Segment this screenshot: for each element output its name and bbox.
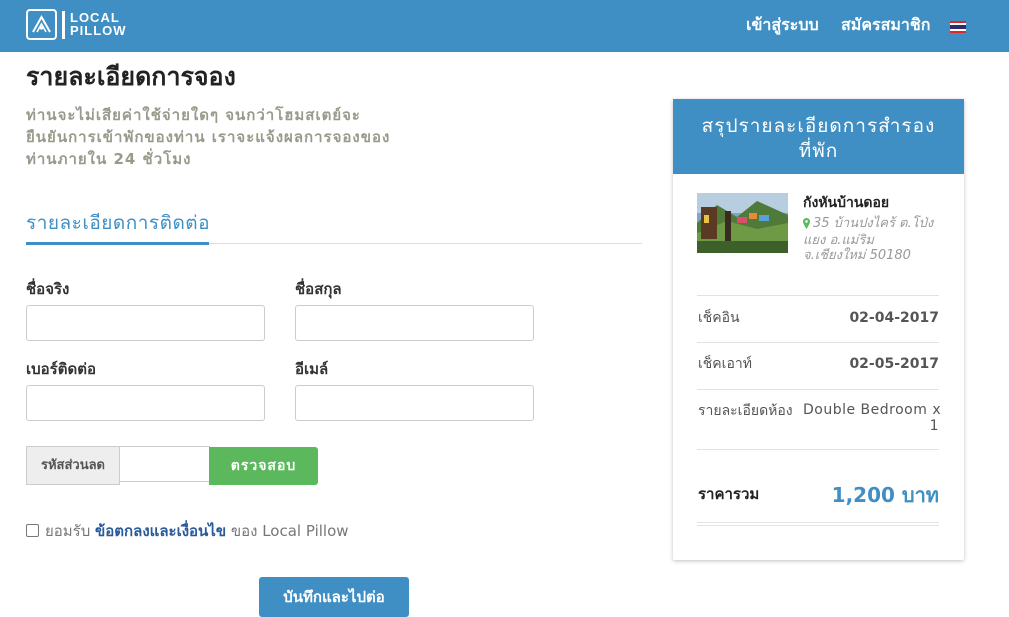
intro-line: ยืนยันการเข้าพักของท่าน เราจะแจ้งผลการจอ… [26,128,391,146]
register-link[interactable]: สมัครสมาชิก [841,15,930,35]
first-name-label: ชื่อจริง [26,280,70,298]
login-link[interactable]: เข้าสู่ระบบ [746,15,819,35]
last-name-label: ชื่อสกุล [295,280,342,298]
agree-suffix: ของ Local Pillow [230,522,349,540]
terms-link[interactable]: ข้อตกลงและเงื่อนไข [95,522,226,540]
map-pin-icon [803,218,810,233]
checkout-label: เช็คเอาท์ [698,356,752,372]
check-coupon-button[interactable]: ตรวจสอบ [209,447,318,485]
save-and-continue-button[interactable]: บันทึกและไปต่อ [259,577,409,617]
logo-wordmark: LOCAL PILLOW [70,10,127,38]
intro-line: ท่านจะไม่เสียค่าใช้จ่ายใดๆ จนกว่าโฮมสเตย… [26,106,361,124]
checkin-value: 02-04-2017 [849,310,939,326]
address-line: แยง อ.แม่ริม [803,233,874,248]
summary-divider [697,449,939,450]
hotel-photo [697,193,788,253]
agree-prefix: ยอมรับ [45,522,91,540]
pillow-house-icon [26,9,57,40]
top-navbar: LOCAL PILLOW เข้าสู่ระบบ สมัครสมาชิก [0,0,1009,52]
thai-flag-icon[interactable] [950,21,966,33]
summary-divider [697,525,939,526]
room-label: รายละเอียดห้อง [698,403,793,419]
total-price-label: ราคารวม [698,485,760,503]
summary-title-line: ที่พัก [798,140,839,162]
address-line: จ.เชียงใหม่ 50180 [803,248,911,263]
first-name-input[interactable] [26,305,265,341]
room-value: Double Bedroom x 1 [803,402,942,434]
terms-agreement: ยอมรับ ข้อตกลงและเงื่อนไข ของ Local Pill… [26,520,349,542]
checkin-label: เช็คอิน [698,310,740,326]
local-pillow-logo[interactable]: LOCAL PILLOW [26,9,126,41]
section-title-underline [26,242,209,245]
summary-title-line: สรุปรายละเอียดการสำรอง [701,115,936,137]
phone-label: เบอร์ติดต่อ [26,360,96,378]
summary-divider [697,389,939,390]
logo-divider [62,11,65,39]
contact-section-title: รายละเอียดการติดต่อ [26,212,211,234]
phone-input[interactable] [26,385,265,421]
total-price-value: 1,200 บาท [831,483,939,507]
summary-header: สรุปรายละเอียดการสำรอง ที่พัก [673,99,964,174]
coupon-label: รหัสส่วนลด [26,446,120,485]
email-input[interactable] [295,385,534,421]
hotel-name[interactable]: กังหันบ้านดอย [803,193,889,213]
booking-intro-text: ท่านจะไม่เสียค่าใช้จ่ายใดๆ จนกว่าโฮมสเตย… [26,104,446,170]
coupon-input[interactable] [119,446,210,482]
intro-line: ท่านภายใน 24 ชั่วโมง [26,150,192,168]
summary-divider [697,522,939,523]
address-line: 35 บ้านปงไคร้ ต.โป่ง [813,216,934,231]
summary-divider [697,342,939,343]
summary-divider [697,295,939,296]
page-title: รายละเอียดการจอง [26,62,236,91]
checkout-value: 02-05-2017 [849,356,939,372]
hotel-address: 35 บ้านปงไคร้ ต.โป่ง แยง อ.แม่ริม จ.เชีย… [803,216,948,263]
email-label: อีเมล์ [295,360,329,378]
booking-summary-card: สรุปรายละเอียดการสำรอง ที่พัก กังหันบ้าน… [673,99,964,560]
last-name-input[interactable] [295,305,534,341]
terms-checkbox[interactable] [26,524,39,537]
